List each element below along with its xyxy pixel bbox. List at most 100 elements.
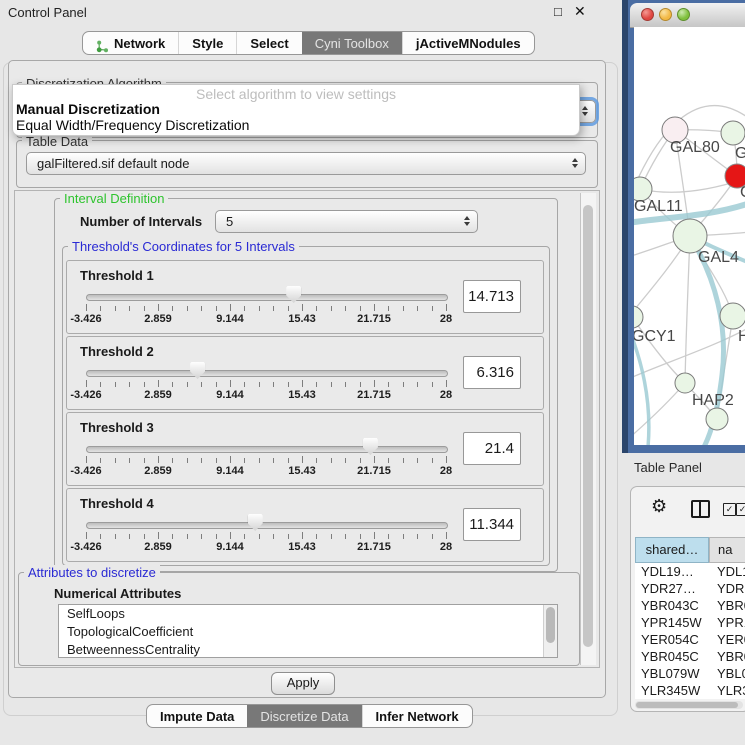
slider-tick bbox=[288, 306, 289, 311]
float-window-icon[interactable]: □ bbox=[554, 4, 562, 19]
tab-label: jActiveMNodules bbox=[416, 32, 521, 55]
slider-tick bbox=[129, 306, 130, 311]
slider-tick bbox=[158, 532, 159, 539]
threshold-box: Threshold 2 6.316 -3.4262.8599.14415.432… bbox=[66, 336, 544, 410]
slider-scale-label: 9.144 bbox=[216, 389, 244, 401]
table-row[interactable]: YDL19…YDL1 bbox=[635, 563, 745, 580]
network-node-green[interactable] bbox=[675, 373, 695, 393]
network-node-green[interactable] bbox=[721, 121, 745, 145]
tab-network[interactable]: Network bbox=[83, 32, 178, 54]
tab-style[interactable]: Style bbox=[178, 32, 236, 54]
node-label-gcy1: GCY1 bbox=[634, 328, 676, 345]
slider-tick bbox=[403, 458, 404, 463]
close-traffic-light[interactable] bbox=[641, 8, 654, 21]
slider-tick bbox=[388, 306, 389, 311]
slider-tick bbox=[345, 382, 346, 387]
threshold-label: Threshold 3 bbox=[80, 420, 154, 435]
network-edge[interactable] bbox=[685, 236, 690, 383]
scrollbar-thumb[interactable] bbox=[636, 702, 738, 708]
slider-tick bbox=[144, 306, 145, 311]
checkbox-icon[interactable]: ✓ bbox=[736, 503, 745, 516]
cell-shared-name: YBR045C bbox=[635, 648, 709, 665]
checkbox-icon[interactable]: ✓ bbox=[723, 503, 736, 516]
tab-jactivemnodules[interactable]: jActiveMNodules bbox=[402, 32, 534, 54]
slider-scale-label: -3.426 bbox=[70, 465, 101, 477]
slider-track[interactable] bbox=[86, 370, 448, 377]
slider-tick bbox=[417, 382, 418, 387]
panel-title: Control Panel bbox=[8, 5, 87, 20]
attribute-item-betweennesscentrality[interactable]: BetweennessCentrality bbox=[59, 641, 557, 658]
slider-tick bbox=[273, 534, 274, 539]
slider-tick bbox=[432, 306, 433, 311]
table-row[interactable]: YBL079WYBL0 bbox=[635, 665, 745, 682]
tab-infer-network[interactable]: Infer Network bbox=[362, 705, 472, 727]
algorithm-option-equal-width-frequency-discretization[interactable]: Equal Width/Frequency Discretization bbox=[16, 117, 249, 133]
network-node-green[interactable] bbox=[720, 303, 745, 329]
table-data-combobox[interactable]: galFiltered.sif default node bbox=[26, 152, 586, 175]
slider-tick bbox=[115, 458, 116, 463]
slider-tick bbox=[288, 534, 289, 539]
combo-arrows-icon bbox=[572, 158, 578, 168]
slider-scale-label: 28 bbox=[440, 313, 452, 325]
node-label-c: C bbox=[740, 184, 745, 201]
slider-tick bbox=[216, 534, 217, 539]
network-node-green[interactable] bbox=[706, 408, 728, 430]
list-scrollbar[interactable] bbox=[543, 605, 557, 657]
tab-select[interactable]: Select bbox=[236, 32, 301, 54]
table-row[interactable]: YER054CYER0 bbox=[635, 631, 745, 648]
zoom-traffic-light[interactable] bbox=[677, 8, 690, 21]
columns-icon[interactable] bbox=[691, 500, 710, 518]
scrollbar-thumb[interactable] bbox=[546, 607, 555, 643]
table-row[interactable]: YBR045CYBR0 bbox=[635, 648, 745, 665]
network-edge[interactable] bbox=[634, 383, 685, 439]
tab-discretize-data[interactable]: Discretize Data bbox=[247, 705, 361, 727]
slider-tick bbox=[417, 534, 418, 539]
threshold-value-field[interactable]: 6.316 bbox=[463, 356, 521, 389]
attribute-item-selfloops[interactable]: SelfLoops bbox=[59, 605, 557, 623]
numerical-attributes-list[interactable]: SelfLoopsTopologicalCoefficientBetweenne… bbox=[58, 604, 558, 658]
table-row[interactable]: YPR145WYPR1 bbox=[635, 614, 745, 631]
threshold-value-field[interactable]: 11.344 bbox=[463, 508, 521, 541]
table-row[interactable]: YBR043CYBR0 bbox=[635, 597, 745, 614]
slider-tick bbox=[158, 456, 159, 463]
slider-track[interactable] bbox=[86, 446, 448, 453]
algorithm-option-manual-discretization[interactable]: Manual Discretization bbox=[16, 101, 160, 117]
slider-track[interactable] bbox=[86, 294, 448, 301]
table-row[interactable]: YLR345WYLR3 bbox=[635, 682, 745, 699]
minimize-traffic-light[interactable] bbox=[659, 8, 672, 21]
slider-tick bbox=[115, 382, 116, 387]
slider-tick bbox=[302, 304, 303, 311]
apply-button[interactable]: Apply bbox=[271, 672, 335, 695]
slider-tick bbox=[345, 306, 346, 311]
table-row[interactable]: YDR27…YDR2 bbox=[635, 580, 745, 597]
network-node-green[interactable] bbox=[634, 306, 643, 328]
slider-tick bbox=[374, 304, 375, 311]
network-node-green[interactable] bbox=[673, 219, 707, 253]
slider-tick bbox=[201, 306, 202, 311]
vertical-scrollbar[interactable] bbox=[580, 193, 596, 665]
number-of-intervals-value: 5 bbox=[226, 214, 233, 229]
tab-cyni-toolbox[interactable]: Cyni Toolbox bbox=[302, 32, 402, 54]
slider-tick bbox=[288, 458, 289, 463]
slider-tick bbox=[417, 458, 418, 463]
column-header-name[interactable]: na bbox=[709, 537, 745, 563]
network-view-window: GAL80GAGAL11CGAL4GCY1HHAP2 bbox=[622, 0, 745, 453]
scrollbar-thumb[interactable] bbox=[583, 205, 593, 647]
gear-icon[interactable]: ⚙ bbox=[651, 496, 667, 517]
slider-tick bbox=[446, 532, 447, 539]
number-of-intervals-combobox[interactable]: 5 bbox=[215, 210, 478, 233]
threshold-value-field[interactable]: 21.4 bbox=[463, 432, 521, 465]
threshold-value-field[interactable]: 14.713 bbox=[463, 280, 521, 313]
close-icon[interactable]: ✕ bbox=[574, 3, 586, 20]
slider-tick bbox=[374, 380, 375, 387]
horizontal-scrollbar[interactable] bbox=[635, 701, 743, 709]
tab-impute-data[interactable]: Impute Data bbox=[147, 705, 247, 727]
slider-tick bbox=[360, 382, 361, 387]
attribute-item-topologicalcoefficient[interactable]: TopologicalCoefficient bbox=[59, 623, 557, 641]
threshold-label: Threshold 1 bbox=[80, 268, 154, 283]
slider-track[interactable] bbox=[86, 522, 448, 529]
column-header-shared-name[interactable]: shared… bbox=[635, 537, 709, 563]
slider-tick bbox=[216, 382, 217, 387]
slider-scale-label: 21.715 bbox=[357, 465, 391, 477]
network-canvas[interactable]: GAL80GAGAL11CGAL4GCY1HHAP2 bbox=[634, 27, 745, 445]
